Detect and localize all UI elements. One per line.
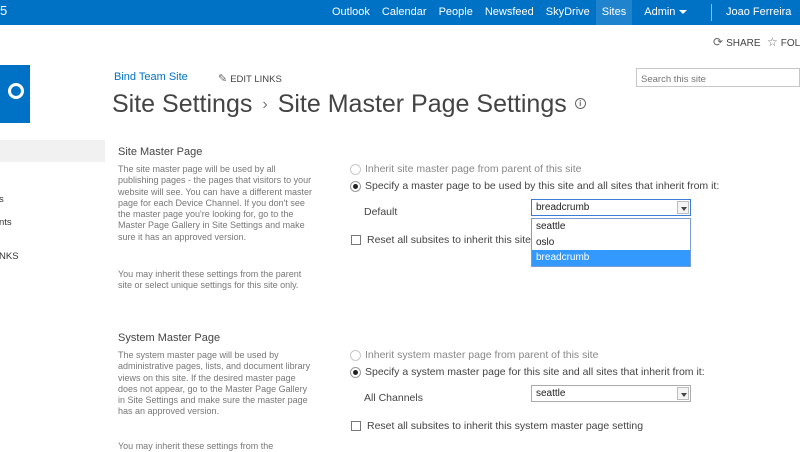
left-nav-selected-item[interactable]: [0, 140, 105, 162]
radio-button: [350, 366, 361, 378]
logo-mark: [8, 83, 24, 99]
dropdown-option[interactable]: breadcrumb: [532, 250, 690, 266]
site-master-description: The site master page will be used by all…: [118, 164, 312, 242]
site-master-dropdown-list: seattle oslo breadcrumb: [531, 218, 691, 267]
share-label: SHARE: [726, 38, 761, 49]
edit-links-button[interactable]: ✎ EDIT LINKS: [218, 72, 282, 85]
site-master-specify-radio[interactable]: Specify a master page to be used by this…: [350, 180, 719, 192]
nav-calendar[interactable]: Calendar: [376, 0, 433, 25]
system-master-specify-radio[interactable]: Specify a system master page for this si…: [350, 366, 705, 378]
system-master-title: System Master Page: [118, 332, 221, 344]
site-master-inherit-radio[interactable]: Inherit site master page from parent of …: [350, 163, 582, 175]
edit-links-label: EDIT LINKS: [230, 74, 282, 85]
dropdown-option[interactable]: oslo: [532, 235, 690, 251]
follow-label: FOL: [780, 38, 800, 49]
share-button[interactable]: ⟳ SHARE: [713, 35, 761, 49]
suite-nav: Outlook Calendar People Newsfeed SkyDriv…: [326, 0, 695, 25]
chevron-down-icon[interactable]: [677, 201, 689, 214]
admin-menu-label: Admin: [644, 6, 676, 18]
checkbox-label: Reset all subsites to inherit this syste…: [367, 420, 644, 432]
nav-outlook[interactable]: Outlook: [326, 0, 376, 25]
nav-skydrive[interactable]: SkyDrive: [540, 0, 596, 25]
radio-button: [350, 163, 361, 175]
page-title-parent[interactable]: Site Settings: [112, 90, 252, 118]
page-title: Site Settings › Site Master Page Settings i: [112, 90, 586, 119]
user-name[interactable]: Joao Ferreira: [726, 0, 791, 25]
site-breadcrumb-link[interactable]: Bind Team Site: [114, 71, 188, 83]
select-value: breadcrumb: [536, 202, 590, 213]
suite-brand[interactable]: 5: [0, 3, 7, 18]
radio-button: [350, 180, 361, 192]
site-master-description-2: You may inherit these settings from the …: [118, 269, 302, 291]
search-input[interactable]: [636, 68, 800, 87]
chevron-down-icon[interactable]: [677, 387, 689, 400]
system-master-description-2: You may inherit these settings from the: [118, 441, 274, 451]
admin-menu[interactable]: Admin: [632, 0, 695, 25]
default-channel-label: Default: [364, 206, 398, 218]
site-master-title: Site Master Page: [118, 146, 203, 158]
title-separator: ›: [262, 96, 268, 113]
chevron-down-icon: [679, 10, 688, 15]
share-icon: ⟳: [713, 35, 724, 49]
left-nav-item[interactable]: NKS: [0, 251, 19, 262]
select-value: seattle: [536, 388, 566, 399]
page-title-current: Site Master Page Settings: [277, 90, 567, 118]
nav-people[interactable]: People: [433, 0, 479, 25]
info-icon[interactable]: i: [574, 97, 586, 109]
follow-button[interactable]: ☆ FOL: [767, 35, 800, 49]
site-logo[interactable]: [0, 65, 30, 123]
left-nav-item[interactable]: s: [0, 194, 4, 205]
dropdown-option[interactable]: seattle: [532, 219, 690, 235]
radio-label: Specify a system master page for this si…: [365, 366, 705, 378]
all-channels-label: All Channels: [364, 392, 423, 404]
action-bar: ⟳ SHARE ☆ FOL: [0, 25, 800, 58]
radio-label: Specify a master page to be used by this…: [365, 180, 720, 192]
system-master-inherit-radio[interactable]: Inherit system master page from parent o…: [350, 349, 598, 361]
checkbox: [351, 235, 361, 245]
nav-newsfeed[interactable]: Newsfeed: [479, 0, 540, 25]
suite-divider: [711, 4, 712, 21]
site-master-reset-checkbox[interactable]: Reset all subsites to inherit this site: [351, 234, 531, 246]
pencil-icon: ✎: [218, 73, 228, 85]
system-master-description: The system master page will be used by a…: [118, 350, 311, 417]
radio-button: [350, 349, 361, 361]
suite-bar: 5 Outlook Calendar People Newsfeed SkyDr…: [0, 0, 800, 25]
system-master-reset-checkbox[interactable]: Reset all subsites to inherit this syste…: [351, 420, 643, 432]
site-master-select[interactable]: breadcrumb: [531, 199, 691, 216]
nav-sites[interactable]: Sites: [595, 0, 633, 25]
radio-label: Inherit system master page from parent o…: [365, 349, 599, 361]
radio-label: Inherit site master page from parent of …: [365, 163, 582, 175]
left-nav-item[interactable]: nts: [0, 217, 12, 228]
checkbox: [351, 421, 361, 431]
star-icon: ☆: [767, 35, 778, 49]
system-master-select[interactable]: seattle: [531, 385, 691, 402]
checkbox-label: Reset all subsites to inherit this site: [367, 234, 531, 246]
